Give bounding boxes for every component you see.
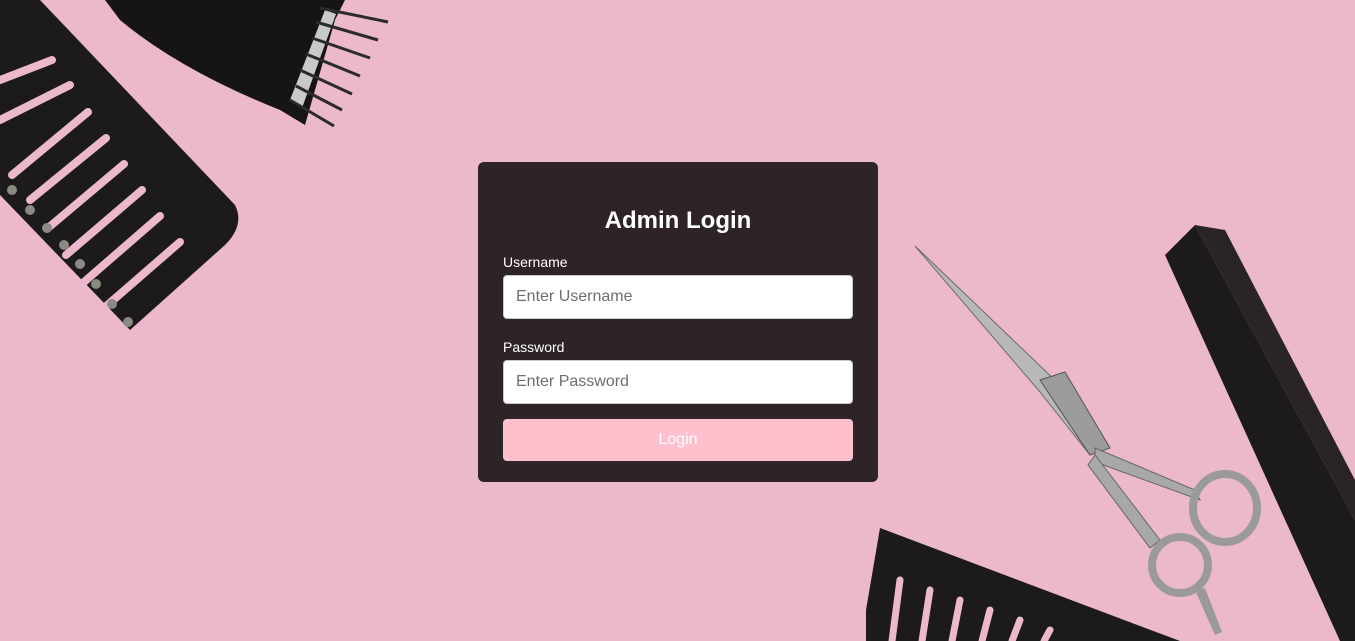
hair-clipper-icon [105, 0, 389, 128]
login-card: Admin Login Username Password Login [478, 162, 878, 482]
password-label: Password [503, 339, 565, 355]
login-page: Admin Login Username Password Login [0, 0, 1355, 641]
page-title: Admin Login [604, 207, 752, 234]
login-button[interactable]: Login [503, 419, 853, 461]
username-input[interactable] [503, 275, 853, 319]
fine-comb-icon [1165, 225, 1355, 641]
wide-comb-icon [866, 528, 1180, 641]
username-label: Username [503, 254, 568, 270]
password-input[interactable] [503, 360, 853, 404]
